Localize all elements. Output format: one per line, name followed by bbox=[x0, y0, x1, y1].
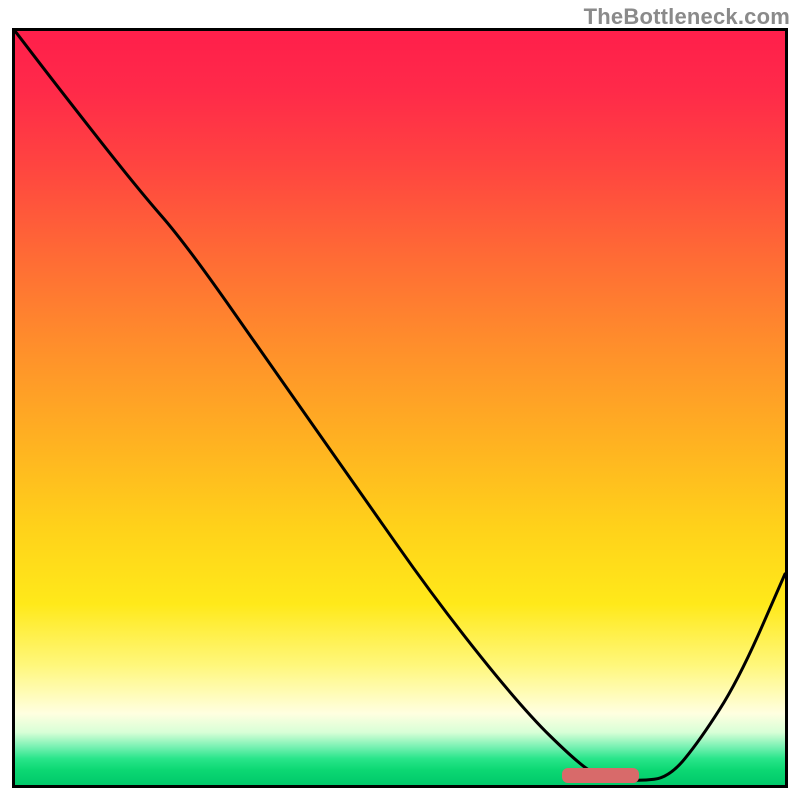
plot-area bbox=[12, 28, 788, 788]
watermark-text: TheBottleneck.com bbox=[584, 4, 790, 30]
chart-container: TheBottleneck.com bbox=[0, 0, 800, 800]
bottleneck-curve bbox=[15, 31, 785, 780]
curve-svg bbox=[15, 31, 785, 785]
minimum-marker bbox=[562, 768, 639, 783]
